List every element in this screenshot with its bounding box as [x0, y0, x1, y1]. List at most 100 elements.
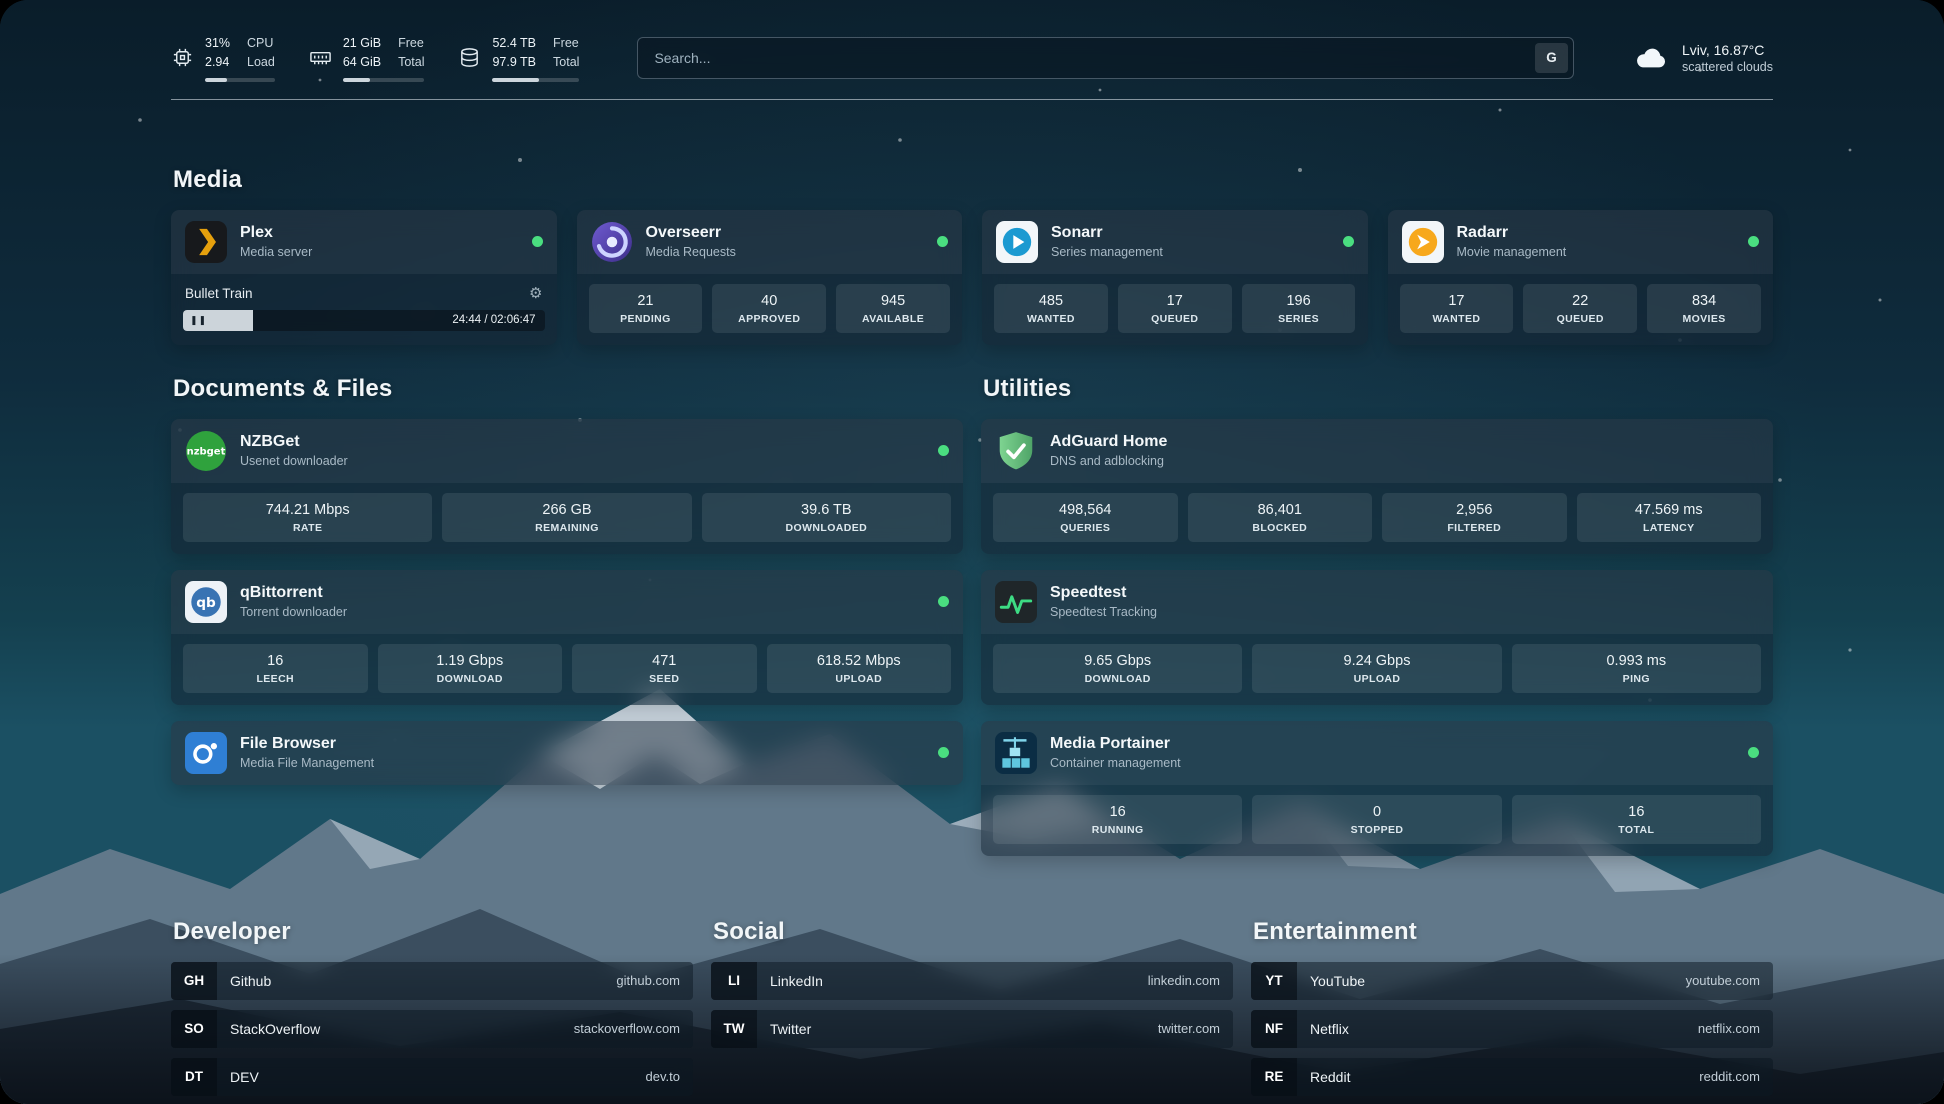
app-card-overseerr[interactable]: Overseerr Media Requests 21 PENDING 40 A…	[577, 210, 963, 345]
stat-value: 945	[842, 293, 944, 309]
link-github[interactable]: GH Github github.com	[171, 962, 693, 1000]
radarr-icon	[1402, 221, 1444, 263]
ram-progress-bar	[343, 78, 425, 82]
app-desc: Media Requests	[646, 245, 736, 259]
ram-widget: 21 GiB 64 GiB Free Total	[309, 34, 425, 82]
status-online-dot	[532, 236, 543, 247]
stat-download: 9.65 Gbps DOWNLOAD	[993, 644, 1242, 693]
stat-value: 618.52 Mbps	[773, 653, 946, 669]
ram-free-value: 21 GiB	[343, 34, 381, 53]
playback-progress-bar[interactable]: ❚❚ 24:44 / 02:06:47	[183, 310, 545, 331]
disk-free-label: Free	[553, 34, 579, 53]
stat-queries: 498,564 QUERIES	[993, 493, 1178, 542]
stat-value: 16	[1518, 804, 1755, 820]
link-abbr-badge: LI	[711, 962, 757, 1000]
disk-progress-bar	[492, 78, 579, 82]
stat-value: 834	[1653, 293, 1755, 309]
app-card-sonarr[interactable]: Sonarr Series management 485 WANTED 17 Q…	[982, 210, 1368, 345]
stat-label: UPLOAD	[773, 673, 946, 685]
card-header: Overseerr Media Requests	[577, 210, 963, 274]
stat-label: DOWNLOAD	[384, 673, 557, 685]
link-stackoverflow[interactable]: SO StackOverflow stackoverflow.com	[171, 1010, 693, 1048]
stat-label: APPROVED	[718, 313, 820, 325]
app-card-adguard-home[interactable]: AdGuard Home DNS and adblocking 498,564 …	[981, 419, 1773, 554]
search-input[interactable]	[652, 49, 1535, 67]
stat-value: 40	[718, 293, 820, 309]
link-youtube[interactable]: YT YouTube youtube.com	[1251, 962, 1773, 1000]
section-documents: Documents & Files nzbget NZBGet Usenet d…	[171, 375, 963, 856]
ram-total-value: 64 GiB	[343, 53, 381, 72]
stat-total: 16 TOTAL	[1512, 795, 1761, 844]
link-group-social: Social LI LinkedIn linkedin.com TW Twitt…	[711, 918, 1233, 1096]
stat-label: PING	[1518, 673, 1755, 685]
cpu-chip-icon	[171, 46, 194, 69]
playback-time: 24:44 / 02:06:47	[452, 314, 544, 326]
portainer-icon	[995, 732, 1037, 774]
card-stats-panel: 16 LEECH 1.19 Gbps DOWNLOAD 471 SEED 618…	[171, 634, 963, 705]
link-twitter[interactable]: TW Twitter twitter.com	[711, 1010, 1233, 1048]
link-dev[interactable]: DT DEV dev.to	[171, 1058, 693, 1096]
link-url: linkedin.com	[1148, 973, 1220, 988]
stat-seed: 471 SEED	[572, 644, 757, 693]
app-desc: Media File Management	[240, 756, 374, 770]
link-abbr-badge: NF	[1251, 1010, 1297, 1048]
app-card-nzbget[interactable]: nzbget NZBGet Usenet downloader 744.21 M…	[171, 419, 963, 554]
link-url: stackoverflow.com	[574, 1021, 680, 1036]
stat-rate: 744.21 Mbps RATE	[183, 493, 432, 542]
pause-icon[interactable]: ❚❚	[190, 315, 207, 326]
link-group-entertainment: Entertainment YT YouTube youtube.com NF …	[1251, 918, 1773, 1096]
stat-ping: 0.993 ms PING	[1512, 644, 1761, 693]
card-stats-panel: 21 PENDING 40 APPROVED 945 AVAILABLE	[577, 274, 963, 345]
link-abbr-badge: DT	[171, 1058, 217, 1096]
card-header: qb qBittorrent Torrent downloader	[171, 570, 963, 634]
app-card-qbittorrent[interactable]: qb qBittorrent Torrent downloader 16 LEE…	[171, 570, 963, 705]
search-engine-button[interactable]: G	[1535, 43, 1568, 73]
disk-icon	[458, 46, 481, 69]
link-reddit[interactable]: RE Reddit reddit.com	[1251, 1058, 1773, 1096]
cpu-widget: 31% 2.94 CPU Load	[171, 34, 275, 82]
search-bar[interactable]: G	[637, 37, 1574, 79]
stat-latency: 47.569 ms LATENCY	[1577, 493, 1762, 542]
app-desc: Torrent downloader	[240, 605, 347, 619]
stat-wanted: 485 WANTED	[994, 284, 1108, 333]
disk-total-label: Total	[553, 53, 579, 72]
stat-value: 17	[1406, 293, 1508, 309]
app-card-radarr[interactable]: Radarr Movie management 17 WANTED 22 QUE…	[1388, 210, 1774, 345]
link-name: LinkedIn	[770, 973, 823, 989]
stat-label: DOWNLOADED	[708, 522, 945, 534]
qbittorrent-icon: qb	[185, 581, 227, 623]
ram-total-label: Total	[398, 53, 424, 72]
link-name: DEV	[230, 1069, 259, 1085]
app-card-media-portainer[interactable]: Media Portainer Container management 16 …	[981, 721, 1773, 856]
link-linkedin[interactable]: LI LinkedIn linkedin.com	[711, 962, 1233, 1000]
stat-value: 498,564	[999, 502, 1172, 518]
ram-icon	[309, 46, 332, 69]
stat-download: 1.19 Gbps DOWNLOAD	[378, 644, 563, 693]
speedtest-icon	[995, 581, 1037, 623]
app-desc: Media server	[240, 245, 312, 259]
app-card-speedtest[interactable]: Speedtest Speedtest Tracking 9.65 Gbps D…	[981, 570, 1773, 705]
link-netflix[interactable]: NF Netflix netflix.com	[1251, 1010, 1773, 1048]
stat-label: TOTAL	[1518, 824, 1755, 836]
stat-upload: 9.24 Gbps UPLOAD	[1252, 644, 1501, 693]
cpu-load-label: Load	[247, 53, 275, 72]
stat-remaining: 266 GB REMAINING	[442, 493, 691, 542]
app-card-plex[interactable]: Plex Media server Bullet Train ⚙ ❚❚ 24:4…	[171, 210, 557, 345]
link-name: YouTube	[1310, 973, 1365, 989]
sonarr-icon	[996, 221, 1038, 263]
link-group-developer: Developer GH Github github.com SO StackO…	[171, 918, 693, 1096]
weather-widget[interactable]: Lviv, 16.87°C scattered clouds	[1632, 42, 1773, 74]
section-utilities: Utilities AdGuard Home DNS and adblockin…	[981, 375, 1773, 856]
stat-value: 0.993 ms	[1518, 653, 1755, 669]
ram-free-label: Free	[398, 34, 424, 53]
stat-label: AVAILABLE	[842, 313, 944, 325]
link-abbr-badge: RE	[1251, 1058, 1297, 1096]
card-stats-panel: 744.21 Mbps RATE 266 GB REMAINING 39.6 T…	[171, 483, 963, 554]
now-playing-title: Bullet Train	[185, 286, 253, 301]
cpu-load-value: 2.94	[205, 53, 230, 72]
stat-value: 47.569 ms	[1583, 502, 1756, 518]
gear-icon[interactable]: ⚙	[529, 286, 542, 301]
stat-value: 39.6 TB	[708, 502, 945, 518]
app-card-file-browser[interactable]: File Browser Media File Management	[171, 721, 963, 785]
disk-total-value: 97.9 TB	[492, 53, 536, 72]
